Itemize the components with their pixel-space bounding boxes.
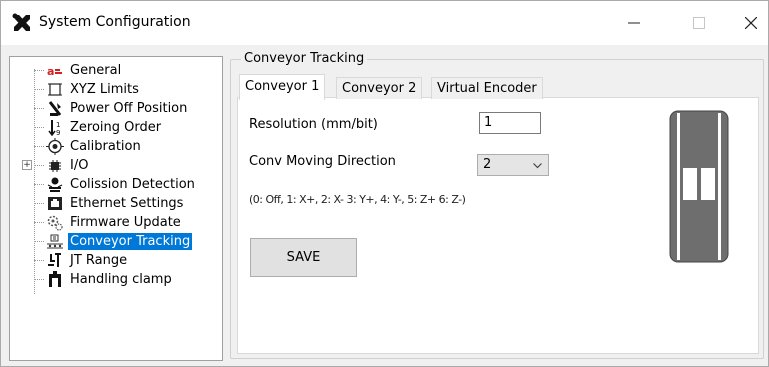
tab-conveyor-1[interactable]: Conveyor 1	[239, 74, 326, 100]
tree-item-handling-clamp[interactable]: Handling clamp	[22, 270, 222, 289]
expand-icon[interactable]: +	[22, 160, 32, 170]
tree-item-label: Colission Detection	[70, 177, 195, 192]
direction-selected-value: 2	[483, 157, 492, 172]
tree-item-collision-detection[interactable]: Colission Detection	[22, 175, 222, 194]
close-button[interactable]	[728, 1, 769, 45]
zeroing-order-icon: 19	[48, 120, 60, 136]
minimize-icon	[628, 22, 640, 24]
close-icon	[745, 17, 757, 29]
svg-text:1: 1	[56, 121, 60, 129]
tree-item-label: Zeroing Order	[70, 120, 162, 135]
handling-clamp-icon	[49, 271, 61, 287]
tree-item-label: XYZ Limits	[70, 82, 139, 97]
tab-conveyor-2[interactable]: Conveyor 2	[336, 77, 423, 99]
tree-item-label: Ethernet Settings	[70, 196, 184, 211]
resolution-input[interactable]: 1	[479, 112, 541, 134]
save-button[interactable]: SAVE	[250, 238, 357, 277]
maximize-icon	[693, 17, 705, 29]
client-area: a General XYZ Limits Power Off Position …	[1, 45, 768, 366]
direction-hint: (0: Off, 1: X+, 2: X- 3: Y+, 4: Y-, 5: Z…	[249, 193, 466, 206]
title-bar[interactable]: System Configuration	[1, 1, 768, 45]
tree-item-zeroing-order[interactable]: 19 Zeroing Order	[22, 118, 222, 137]
tree-item-io[interactable]: + I/O	[22, 156, 222, 175]
system-configuration-window: System Configuration a General XYZ Limit…	[0, 0, 769, 367]
calibration-icon	[46, 138, 64, 155]
conveyor-tracking-icon	[47, 234, 63, 249]
tree-item-xyz-limits[interactable]: XYZ Limits	[22, 80, 222, 99]
xyz-limits-icon	[48, 83, 62, 96]
tree-item-label: Handling clamp	[70, 272, 172, 287]
resolution-label: Resolution (mm/bit)	[249, 117, 378, 132]
chevron-down-icon	[533, 163, 542, 169]
collision-detection-icon	[47, 177, 63, 192]
tree-item-conveyor-tracking[interactable]: Conveyor Tracking	[22, 232, 222, 251]
minimize-button[interactable]	[611, 1, 657, 45]
group-title: Conveyor Tracking	[241, 51, 368, 66]
tree-item-jt-range[interactable]: JT Range	[22, 251, 222, 270]
jt-range-icon	[48, 253, 61, 267]
tree-item-calibration[interactable]: Calibration	[22, 137, 222, 156]
tree-item-label: JT Range	[70, 253, 128, 268]
tree-item-label: Power Off Position	[70, 101, 188, 116]
tree-item-general[interactable]: a General	[22, 61, 222, 80]
tools-icon	[12, 13, 30, 31]
general-icon: a	[47, 65, 62, 78]
io-icon	[49, 160, 61, 172]
tree-item-label: Conveyor Tracking	[68, 233, 193, 250]
power-off-position-icon	[48, 101, 62, 116]
conveyor-illustration	[669, 110, 729, 263]
maximize-button[interactable]	[676, 1, 722, 45]
tree-item-firmware-update[interactable]: Firmware Update	[22, 213, 222, 232]
tree-item-power-off-position[interactable]: Power Off Position	[22, 99, 222, 118]
settings-tree[interactable]: a General XYZ Limits Power Off Position …	[9, 56, 223, 361]
tree-item-label: Calibration	[70, 139, 141, 154]
firmware-update-icon	[47, 215, 63, 231]
direction-select[interactable]: 2	[477, 154, 549, 176]
svg-text:a: a	[47, 65, 54, 78]
tree-item-label: Firmware Update	[70, 215, 181, 230]
ethernet-icon	[48, 197, 62, 210]
direction-label: Conv Moving Direction	[249, 154, 396, 169]
tree-item-label: General	[70, 63, 122, 78]
tree-item-label: I/O	[70, 158, 89, 173]
window-title: System Configuration	[39, 14, 191, 30]
tree-item-ethernet-settings[interactable]: Ethernet Settings	[22, 194, 222, 213]
svg-text:9: 9	[56, 129, 60, 136]
tab-virtual-encoder[interactable]: Virtual Encoder	[431, 77, 543, 99]
